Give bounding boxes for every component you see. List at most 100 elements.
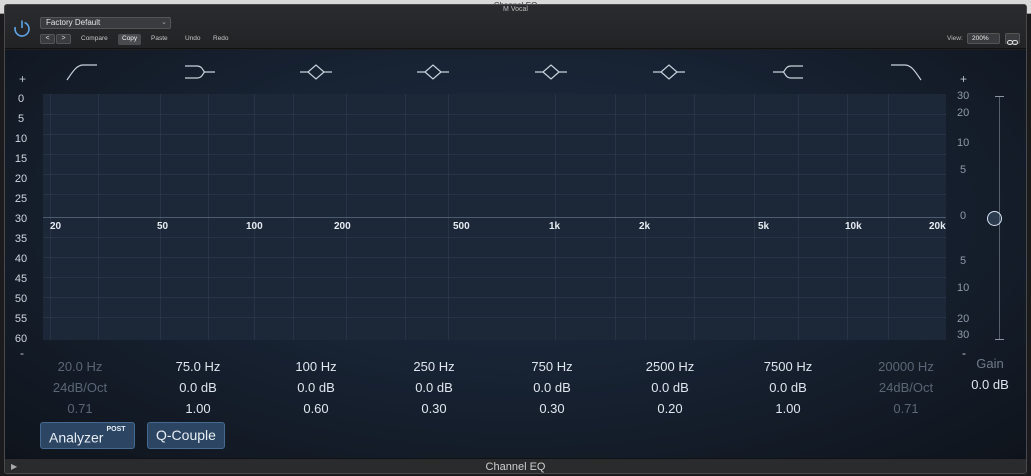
band-q-value[interactable]: 1.00 [738,398,838,419]
band-7-column: 7500 Hz 0.0 dB 1.00 [738,356,838,419]
redo-button[interactable]: Redo [209,34,233,45]
gain-tick [995,339,1004,340]
db-left-label: 60 [14,333,28,345]
bell-icon[interactable] [534,61,568,83]
low-cut-icon[interactable] [65,61,99,83]
gain-value[interactable]: 0.0 dB [965,374,1015,395]
bell-icon[interactable] [416,61,450,83]
band-gain-value[interactable]: 24dB/Oct [30,377,130,398]
frequency-label: 1k [549,221,561,232]
grid-line [43,154,946,155]
db-left-label: 10 [14,133,28,145]
gain-slider-knob[interactable] [987,211,1002,226]
high-shelf-icon[interactable] [771,61,805,83]
frequency-label: 20 [50,221,62,232]
scale-plus[interactable]: + [19,72,26,86]
db-right-label: 30 [957,329,970,341]
db-left-label: 45 [14,273,28,285]
band-freq-value[interactable]: 20.0 Hz [30,356,130,377]
band-gain-value[interactable]: 0.0 dB [148,377,248,398]
db-left-label: 50 [14,293,28,305]
band-q-value[interactable]: 0.30 [502,398,602,419]
analyzer-label: Analyzer [49,429,104,446]
scale-plus-right[interactable]: + [960,72,967,86]
link-icon[interactable] [1005,33,1020,45]
band-q-value[interactable]: 0.60 [266,398,366,419]
band-q-value[interactable]: 0.71 [856,398,956,419]
eq-graph[interactable]: 20 50 100 200 500 1k 2k 5k 10k 20k [43,94,946,340]
high-cut-icon[interactable] [889,61,923,83]
band-gain-value[interactable]: 0.0 dB [502,377,602,398]
master-gain[interactable]: Gain 0.0 dB [965,353,1015,395]
grid-line [43,114,946,115]
band-freq-value[interactable]: 750 Hz [502,356,602,377]
band-gain-value[interactable]: 0.0 dB [620,377,720,398]
band-freq-value[interactable]: 100 Hz [266,356,366,377]
db-right-label: 20 [957,107,970,119]
preset-selector[interactable]: Factory Default ⌄ [40,17,171,29]
band-freq-value[interactable]: 20000 Hz [856,356,956,377]
gain-label: Gain [976,356,1004,371]
band-freq-value[interactable]: 75.0 Hz [148,356,248,377]
bell-icon[interactable] [299,61,333,83]
scale-minus[interactable]: - [20,346,24,360]
zero-db-line [43,217,946,218]
frequency-label: 500 [453,221,470,232]
db-left-label: 5 [17,113,25,125]
grid-line [43,174,946,175]
band-q-value[interactable]: 1.00 [148,398,248,419]
low-shelf-icon[interactable] [183,61,217,83]
bell-icon[interactable] [652,61,686,83]
plugin-header: M Vocal Factory Default ⌄ < > Compare Co… [5,5,1026,49]
paste-button[interactable]: Paste [147,34,172,45]
analyzer-button[interactable]: AnalyzerPOST [40,422,135,449]
band-q-value[interactable]: 0.71 [30,398,130,419]
compare-button[interactable]: Compare [77,34,112,45]
frequency-label: 5k [758,221,770,232]
db-right-label: 5 [960,255,967,267]
band-freq-value[interactable]: 250 Hz [384,356,484,377]
grid-line [43,134,946,135]
db-left-label: 30 [14,213,28,225]
band-gain-value[interactable]: 0.0 dB [738,377,838,398]
frequency-label: 200 [334,221,351,232]
next-preset-button[interactable]: > [56,34,71,44]
band-gain-value[interactable]: 0.0 dB [266,377,366,398]
band-q-value[interactable]: 0.20 [620,398,720,419]
plugin-window: M Vocal Factory Default ⌄ < > Compare Co… [4,4,1027,474]
db-left-label: 15 [14,153,28,165]
frequency-label: 10k [845,221,862,232]
band-freq-value[interactable]: 7500 Hz [738,356,838,377]
band-gain-value[interactable]: 0.0 dB [384,377,484,398]
disclosure-triangle-icon[interactable]: ▶ [11,459,17,473]
frequency-label: 20k [929,221,946,232]
frequency-label: 2k [639,221,651,232]
band-q-value[interactable]: 0.30 [384,398,484,419]
chevron-down-icon: ⌄ [161,19,167,26]
view-label: View: [947,35,963,42]
band-gain-value[interactable]: 24dB/Oct [856,377,956,398]
db-left-label: 40 [14,253,28,265]
plugin-footer: ▶ Channel EQ [5,458,1026,473]
band-8-column: 20000 Hz 24dB/Oct 0.71 [856,356,956,419]
grid-line [43,194,946,195]
db-left-label: 20 [14,173,28,185]
band-3-column: 100 Hz 0.0 dB 0.60 [266,356,366,419]
db-left-label: 0 [17,93,25,105]
band-freq-value[interactable]: 2500 Hz [620,356,720,377]
band-2-column: 75.0 Hz 0.0 dB 1.00 [148,356,248,419]
q-couple-button[interactable]: Q-Couple [147,422,225,449]
undo-button[interactable]: Undo [181,34,205,45]
power-icon[interactable] [12,18,32,38]
band-5-column: 750 Hz 0.0 dB 0.30 [502,356,602,419]
db-left-label: 35 [14,233,28,245]
previous-preset-button[interactable]: < [40,34,55,44]
db-right-label: 10 [957,282,970,294]
db-left-label: 55 [14,313,28,325]
view-zoom-select[interactable]: 200% [967,33,1000,44]
copy-button[interactable]: Copy [118,34,142,45]
gain-tick [995,96,1004,97]
analyzer-post-badge: POST [106,426,126,433]
band-1-column: 20.0 Hz 24dB/Oct 0.71 [30,356,130,419]
db-right-label: 5 [960,164,967,176]
